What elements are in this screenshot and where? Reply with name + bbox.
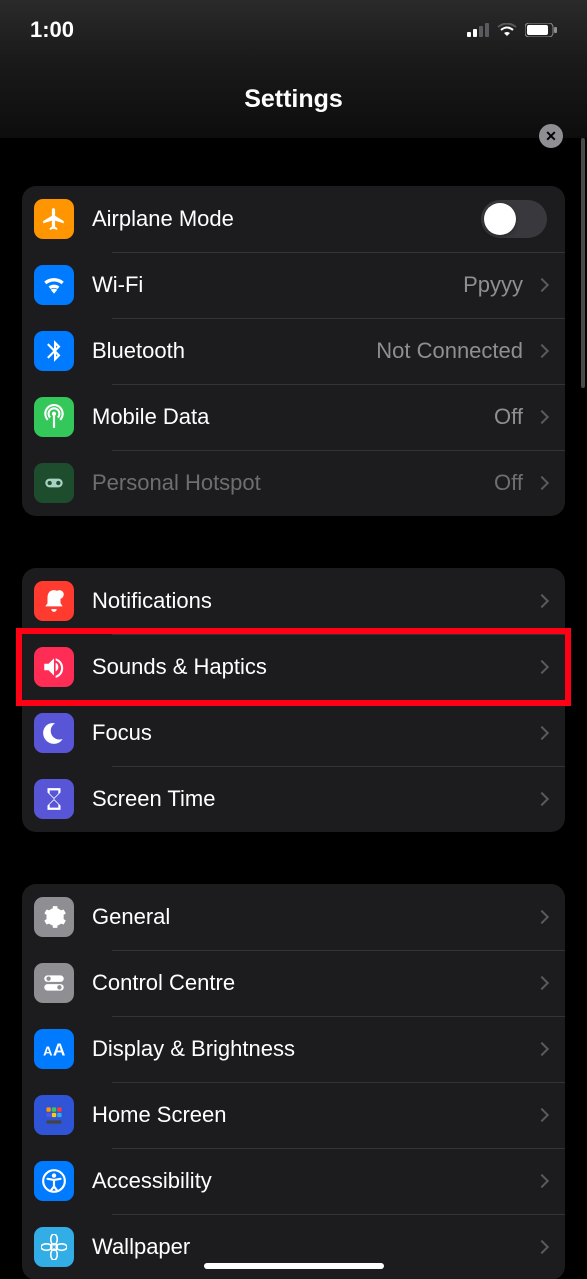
row-label: Control Centre: [92, 970, 533, 996]
gear-icon: [34, 897, 74, 937]
settings-group: Notifications Sounds & Haptics Focus Screen…: [22, 568, 565, 832]
bluetooth-icon: [34, 331, 74, 371]
row-label: Accessibility: [92, 1168, 533, 1194]
chevron-right-icon: [535, 976, 549, 990]
chevron-right-icon: [535, 1108, 549, 1122]
row-label: Screen Time: [92, 786, 533, 812]
chevron-right-icon: [535, 1240, 549, 1254]
accessibility-icon: [34, 1161, 74, 1201]
settings-row-general[interactable]: General: [22, 884, 565, 950]
hotspot-icon: [34, 463, 74, 503]
grid-icon: [34, 1095, 74, 1135]
row-label: Airplane Mode: [92, 206, 481, 232]
settings-row-airplane-mode[interactable]: Airplane Mode: [22, 186, 565, 252]
settings-group: General Control Centre AA Display & Brightn…: [22, 884, 565, 1279]
status-time: 1:00: [30, 17, 74, 43]
speaker-icon: [34, 647, 74, 687]
chevron-right-icon: [535, 278, 549, 292]
row-label: Display & Brightness: [92, 1036, 533, 1062]
close-icon[interactable]: ✕: [539, 124, 563, 148]
row-label: Notifications: [92, 588, 533, 614]
wifi-icon: [34, 265, 74, 305]
settings-row-wi-fi[interactable]: Wi-FiPpyyy: [22, 252, 565, 318]
settings-row-focus[interactable]: Focus: [22, 700, 565, 766]
aa-icon: AA: [34, 1029, 74, 1069]
row-label: General: [92, 904, 533, 930]
chevron-right-icon: [535, 1174, 549, 1188]
scrollbar[interactable]: [581, 138, 585, 388]
bell-icon: [34, 581, 74, 621]
home-indicator[interactable]: [204, 1263, 384, 1269]
status-indicators: [467, 23, 557, 37]
settings-row-control-centre[interactable]: Control Centre: [22, 950, 565, 1016]
row-value: Ppyyy: [463, 272, 523, 298]
settings-row-mobile-data[interactable]: Mobile DataOff: [22, 384, 565, 450]
chevron-right-icon: [535, 344, 549, 358]
antenna-icon: [34, 397, 74, 437]
battery-icon: [525, 23, 557, 37]
chevron-right-icon: [535, 476, 549, 490]
chevron-right-icon: [535, 792, 549, 806]
row-value: Off: [494, 470, 523, 496]
settings-row-display-brightness[interactable]: AA Display & Brightness: [22, 1016, 565, 1082]
wifi-status-icon: [497, 23, 517, 37]
settings-row-bluetooth[interactable]: BluetoothNot Connected: [22, 318, 565, 384]
svg-text:A: A: [53, 1040, 66, 1060]
moon-icon: [34, 713, 74, 753]
settings-row-accessibility[interactable]: Accessibility: [22, 1148, 565, 1214]
settings-row-screen-time[interactable]: Screen Time: [22, 766, 565, 832]
settings-row-personal-hotspot[interactable]: Personal HotspotOff: [22, 450, 565, 516]
page-title: Settings: [244, 85, 343, 114]
switches-icon: [34, 963, 74, 1003]
airplane-mode-toggle[interactable]: [481, 200, 547, 238]
settings-row-sounds-haptics[interactable]: Sounds & Haptics: [22, 634, 565, 700]
row-label: Wallpaper: [92, 1234, 533, 1260]
header: Settings ✕: [0, 60, 587, 138]
chevron-right-icon: [535, 910, 549, 924]
settings-group: Airplane ModeWi-FiPpyyyBluetoothNot Conn…: [22, 186, 565, 516]
settings-row-notifications[interactable]: Notifications: [22, 568, 565, 634]
chevron-right-icon: [535, 726, 549, 740]
flower-icon: [34, 1227, 74, 1267]
settings-row-wallpaper[interactable]: Wallpaper: [22, 1214, 565, 1279]
chevron-right-icon: [535, 594, 549, 608]
row-label: Sounds & Haptics: [92, 654, 533, 680]
row-label: Mobile Data: [92, 404, 494, 430]
chevron-right-icon: [535, 410, 549, 424]
row-value: Not Connected: [376, 338, 523, 364]
row-label: Focus: [92, 720, 533, 746]
cellular-icon: [467, 23, 489, 37]
row-label: Home Screen: [92, 1102, 533, 1128]
svg-text:A: A: [43, 1044, 53, 1059]
settings-row-home-screen[interactable]: Home Screen: [22, 1082, 565, 1148]
status-bar: 1:00: [0, 0, 587, 60]
chevron-right-icon: [535, 1042, 549, 1056]
hourglass-icon: [34, 779, 74, 819]
row-label: Personal Hotspot: [92, 470, 494, 496]
airplane-icon: [34, 199, 74, 239]
row-label: Bluetooth: [92, 338, 376, 364]
row-value: Off: [494, 404, 523, 430]
chevron-right-icon: [535, 660, 549, 674]
row-label: Wi-Fi: [92, 272, 463, 298]
